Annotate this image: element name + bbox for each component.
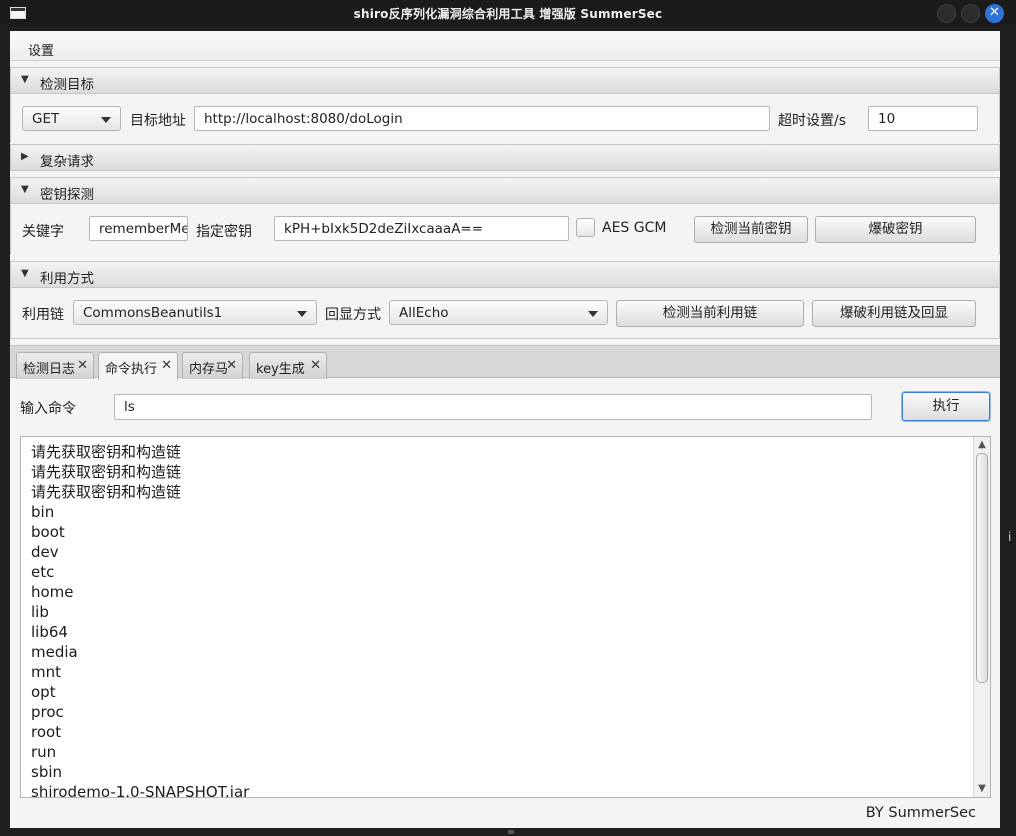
target-section-title: 检测目标 [40,77,94,93]
expand-triangle-icon: ▼ [21,74,29,85]
exploit-section-header[interactable]: ▼ 利用方式 [10,261,1000,288]
aes-gcm-label: AES GCM [602,220,667,236]
menu-bar: 设置 [10,31,1000,61]
crack-chain-button[interactable]: 爆破利用链及回显 [812,300,976,327]
key-section-title: 密钥探测 [40,187,94,203]
vertical-scrollbar[interactable]: ▲ ▼ [973,437,990,797]
timeout-value: 10 [878,111,896,127]
aes-gcm-checkbox[interactable] [576,218,595,237]
command-value: ls [124,399,135,415]
url-input[interactable]: http://localhost:8080/doLogin [194,106,770,131]
output-line: 请先获取密钥和构造链 [31,483,182,501]
close-button[interactable]: ✕ [985,4,1004,23]
complex-section-header[interactable]: ▶ 复杂请求 [10,144,1000,171]
output-line: 请先获取密钥和构造链 [31,463,182,481]
echo-select[interactable]: AllEcho [389,300,608,325]
tab-key-gen[interactable]: key生成 ✕ [249,352,327,379]
method-value: GET [32,111,60,127]
maximize-button[interactable] [961,4,980,23]
tab-strip: 检测日志 ✕ 命令执行 ✕ 内存马 ✕ key生成 ✕ [10,345,1000,380]
close-icon: ✕ [989,5,1000,20]
window-title: shiro反序列化漏洞综合利用工具 增强版 SummerSec [353,7,663,21]
chain-value: CommonsBeanutils1 [83,305,223,321]
resize-grip[interactable] [508,830,514,834]
scrollbar-thumb[interactable] [976,453,988,683]
echo-value: AllEcho [399,305,449,321]
output-line: etc [31,563,55,581]
scroll-up-icon[interactable]: ▲ [977,440,987,450]
minimize-button[interactable] [937,4,956,23]
chevron-down-icon [297,311,307,317]
echo-label: 回显方式 [325,307,381,323]
complex-section-title: 复杂请求 [40,154,94,170]
timeout-input[interactable]: 10 [868,106,978,131]
exploit-section-title: 利用方式 [40,271,94,287]
execute-button[interactable]: 执行 [902,392,990,421]
tab-label: 命令执行 [105,362,158,377]
keyword-label: 关键字 [22,224,64,240]
target-section-header[interactable]: ▼ 检测目标 [10,67,1000,94]
tab-label: 检测日志 [23,362,76,377]
command-label: 输入命令 [20,401,76,417]
detect-chain-button[interactable]: 检测当前利用链 [616,300,804,327]
menu-settings[interactable]: 设置 [28,40,54,59]
output-line: 请先获取密钥和构造链 [31,443,182,461]
close-icon[interactable]: ✕ [77,358,88,373]
edge-text-fragment: i [1008,530,1012,544]
output-line: proc [31,703,64,721]
output-line: bin [31,503,55,521]
output-line: root [31,723,62,741]
method-select[interactable]: GET [22,106,121,131]
url-label: 目标地址 [130,113,186,129]
command-input[interactable]: ls [114,394,872,420]
main-window: 设置 ▼ 检测目标 GET 目标地址 http://localhost:8080… [10,31,1000,828]
expand-triangle-icon: ▼ [21,268,29,279]
close-icon[interactable]: ✕ [310,358,321,373]
output-line: opt [31,683,56,701]
key-label: 指定密钥 [196,224,252,240]
chain-select[interactable]: CommonsBeanutils1 [73,300,317,325]
output-line: lib [31,603,49,621]
keyword-value: rememberMe [99,221,188,237]
output-line: run [31,743,57,761]
output-line: home [31,583,74,601]
scroll-down-icon[interactable]: ▼ [977,784,987,794]
key-section-header[interactable]: ▼ 密钥探测 [10,177,1000,204]
output-line: dev [31,543,59,561]
keyword-input[interactable]: rememberMe [89,216,188,241]
tab-label: 内存马 [189,362,229,377]
chevron-down-icon [101,117,111,123]
exploit-section-body: 利用链 CommonsBeanutils1 回显方式 AllEcho 检测当前利… [10,288,1000,339]
key-value: kPH+bIxk5D2deZiIxcaaaA== [284,221,484,237]
detect-key-button[interactable]: 检测当前密钥 [694,216,808,243]
output-line: sbin [31,763,63,781]
tab-label: key生成 [256,362,305,377]
output-line: boot [31,523,65,541]
key-section-body: 关键字 rememberMe 指定密钥 kPH+bIxk5D2deZiIxcaa… [10,204,1000,255]
timeout-label: 超时设置/s [778,113,847,129]
output-textarea[interactable]: 请先获取密钥和构造链 请先获取密钥和构造链 请先获取密钥和构造链 bin boot dev… [20,436,991,798]
tab-memshell[interactable]: 内存马 ✕ [182,352,243,379]
close-icon[interactable]: ✕ [226,358,237,373]
tab-command-exec[interactable]: 命令执行 ✕ [98,352,178,380]
key-input[interactable]: kPH+bIxk5D2deZiIxcaaaA== [274,216,569,241]
chain-label: 利用链 [22,307,64,323]
target-section-body: GET 目标地址 http://localhost:8080/doLogin 超… [10,94,1000,143]
footer-credit: BY SummerSec [865,805,976,821]
url-value: http://localhost:8080/doLogin [204,111,403,127]
collapsed-triangle-icon: ▶ [21,151,29,162]
crack-key-button[interactable]: 爆破密钥 [815,216,976,243]
output-line: shirodemo-1.0-SNAPSHOT.jar [31,783,250,798]
output-line: media [31,643,78,661]
output-lines: 请先获取密钥和构造链 请先获取密钥和构造链 请先获取密钥和构造链 bin boot dev… [31,442,250,798]
tab-detect-log[interactable]: 检测日志 ✕ [16,352,94,379]
chevron-down-icon [588,311,598,317]
output-line: lib64 [31,623,68,641]
expand-triangle-icon: ▼ [21,184,29,195]
output-line: mnt [31,663,61,681]
title-bar: shiro反序列化漏洞综合利用工具 增强版 SummerSec ✕ [0,0,1016,26]
close-icon[interactable]: ✕ [161,358,172,373]
